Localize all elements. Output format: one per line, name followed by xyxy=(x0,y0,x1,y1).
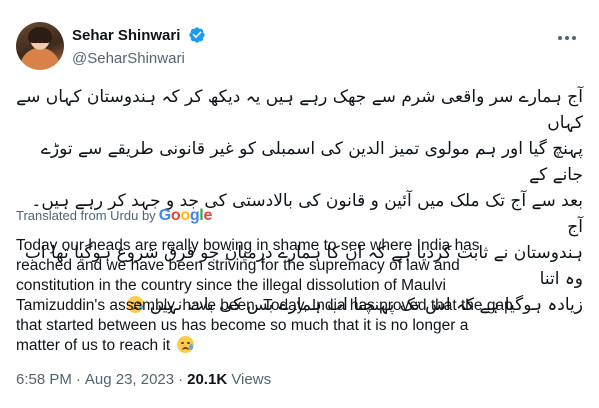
english-line: matter of us to reach it xyxy=(16,337,171,354)
views-count[interactable]: 20.1K xyxy=(187,371,227,388)
author-display-name[interactable]: Sehar Shinwari xyxy=(72,26,180,46)
tweet-meta: 6:58 PM · Aug 23, 2023 · 20.1K Views xyxy=(16,370,271,390)
tweet-time[interactable]: 6:58 PM xyxy=(16,371,72,388)
english-line: that started between us has become so mu… xyxy=(16,317,469,334)
tweet-date[interactable]: Aug 23, 2023 xyxy=(85,371,174,388)
avatar[interactable] xyxy=(16,22,64,70)
english-line: Today our heads are really bowing in sha… xyxy=(16,237,480,254)
author-names: Sehar Shinwari @SeharShinwari xyxy=(72,26,206,69)
verified-badge-icon[interactable] xyxy=(188,26,206,49)
english-line: constitution in the country since the il… xyxy=(16,277,446,294)
translation-attribution[interactable]: Translated from Urdu by Google xyxy=(16,207,212,225)
views-label: Views xyxy=(231,371,272,388)
urdu-line: پہنچ گیا اور ہم مولوی تمیز الدین کی اسمب… xyxy=(40,139,583,185)
translated-label: Translated from Urdu by xyxy=(16,208,156,223)
crying-face-icon xyxy=(176,336,194,353)
tweet-header: Sehar Shinwari @SeharShinwari xyxy=(16,22,583,70)
tweet-card: Sehar Shinwari @SeharShinwari آج ہمارے س… xyxy=(0,0,599,408)
english-line: Tamizuddin's assembly. have been. Today,… xyxy=(16,297,513,314)
more-options-icon[interactable] xyxy=(555,28,579,48)
meta-separator: · xyxy=(75,371,81,388)
google-logo: Google xyxy=(158,207,213,224)
urdu-line: آج ہمارے سر واقعی شرم سے جھک رہے ہیں یہ … xyxy=(16,87,583,133)
tweet-text-english: Today our heads are really bowing in sha… xyxy=(16,236,575,356)
english-line-last: matter of us to reach it xyxy=(16,336,575,356)
author-handle[interactable]: @SeharShinwari xyxy=(72,49,206,69)
meta-separator: · xyxy=(178,371,184,388)
english-line: reached and we have been striving for th… xyxy=(16,257,460,274)
